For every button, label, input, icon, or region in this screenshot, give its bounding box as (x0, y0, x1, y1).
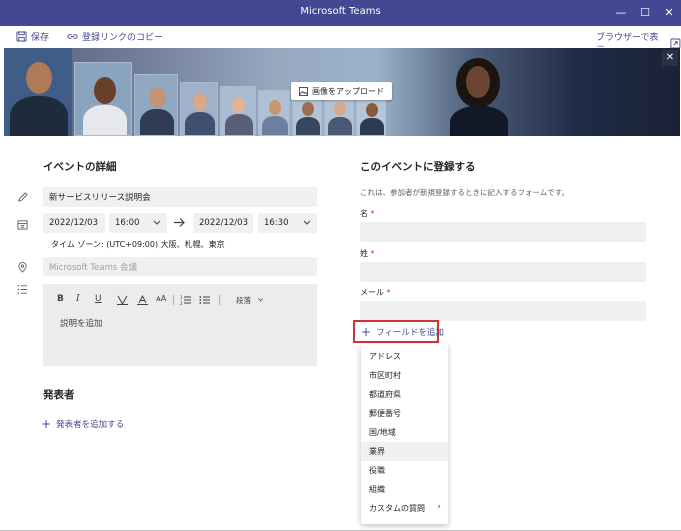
attendee-tile (134, 74, 178, 136)
arrow-right-icon (174, 218, 185, 227)
svg-text:2: 2 (180, 301, 183, 305)
image-icon (299, 86, 308, 96)
svg-text:1: 1 (180, 295, 183, 300)
calendar-icon (17, 220, 28, 230)
last-name-label: 姓 * (360, 249, 375, 258)
upload-image-label: 画像をアップロード (312, 86, 384, 96)
description-editor[interactable]: B I U ᴀA 12 段落 説明を追加 (43, 284, 317, 366)
event-banner-image: 画像をアップロード ✕ (4, 48, 680, 136)
start-time-select[interactable]: 16:00 (109, 213, 167, 233)
paragraph-style-select[interactable]: 段落 (236, 295, 251, 306)
menu-item-postal-code[interactable]: 郵便番号 (361, 404, 448, 423)
menu-item-country[interactable]: 国/地域 (361, 423, 448, 442)
add-field-label: フィールドを追加 (376, 328, 444, 338)
end-date-value: 2022/12/03 (199, 218, 248, 228)
toolbar: 保存 登録リンクのコピー ブラウザーで表示 (0, 26, 681, 56)
location-placeholder: Microsoft Teams 会議 (49, 262, 137, 273)
plus-icon: + (41, 417, 52, 431)
copy-link-label: 登録リンクのコピー (82, 33, 164, 43)
menu-item-job-title[interactable]: 役職 (361, 461, 448, 480)
first-name-label: 名 * (360, 209, 375, 218)
list-icon (17, 285, 28, 294)
save-button[interactable]: 保存 (16, 30, 49, 43)
upload-image-button[interactable]: 画像をアップロード (291, 82, 392, 100)
font-color-icon[interactable] (137, 295, 148, 305)
attendee-tile (258, 90, 290, 136)
event-title-value: 新サービスリリース説明会 (49, 193, 151, 203)
toolbar-divider (219, 295, 220, 305)
attendee-tile (180, 82, 218, 136)
chevron-down-icon (303, 220, 311, 225)
plus-icon: + (361, 325, 372, 339)
add-field-menu: アドレス 市区町村 都道府県 郵便番号 国/地域 業界 役職 組織 カスタムの質… (361, 344, 448, 524)
chevron-down-icon (153, 220, 161, 225)
end-time-select[interactable]: 16:30 (258, 213, 317, 233)
end-time-value: 16:30 (264, 218, 289, 228)
chevron-right-icon: › (437, 502, 441, 512)
end-date-field[interactable]: 2022/12/03 (193, 213, 253, 233)
add-presenter-label: 発表者を追加する (56, 420, 125, 430)
description-placeholder: 説明を追加 (60, 319, 103, 329)
toolbar-divider (173, 295, 174, 305)
save-icon (16, 31, 27, 42)
email-field[interactable] (360, 301, 646, 321)
location-field[interactable]: Microsoft Teams 会議 (43, 257, 317, 276)
registration-heading: このイベントに登録する (360, 161, 476, 173)
last-name-field[interactable] (360, 262, 646, 282)
event-details-heading: イベントの詳細 (43, 161, 117, 173)
menu-item-industry[interactable]: 業界 (361, 442, 448, 461)
custom-question-label: カスタムの質問 (369, 504, 425, 513)
link-icon (67, 34, 78, 39)
underline-button[interactable]: U (95, 294, 102, 304)
copy-link-button[interactable]: 登録リンクのコピー (67, 30, 163, 43)
window-title: Microsoft Teams (300, 6, 381, 17)
presenters-heading: 発表者 (43, 389, 75, 401)
start-date-value: 2022/12/03 (49, 218, 98, 228)
first-name-field[interactable] (360, 222, 646, 242)
attendee-tile (74, 62, 132, 136)
font-size-button[interactable]: ᴀA (156, 294, 166, 303)
attendee-tile (356, 94, 386, 136)
menu-item-address[interactable]: アドレス (361, 347, 448, 366)
pencil-icon (18, 192, 28, 202)
presenter-face (466, 66, 490, 98)
browser-icon (670, 38, 681, 48)
save-label: 保存 (31, 33, 50, 43)
start-date-field[interactable]: 2022/12/03 (43, 213, 105, 233)
highlight-icon[interactable] (117, 295, 128, 305)
chevron-down-icon (257, 298, 264, 302)
attendee-tile (220, 86, 256, 136)
menu-item-prefecture[interactable]: 都道府県 (361, 385, 448, 404)
add-presenter-button[interactable]: + 発表者を追加する (41, 418, 124, 430)
location-icon (18, 262, 27, 273)
close-icon[interactable]: ✕ (662, 50, 678, 66)
menu-item-organization[interactable]: 組織 (361, 480, 448, 499)
registration-note: これは、参加者が新規登録するときに記入するフォームです。 (360, 188, 570, 197)
italic-button[interactable]: I (76, 294, 80, 304)
add-field-button[interactable]: + フィールドを追加 (361, 326, 444, 338)
close-icon[interactable]: ✕ (659, 3, 679, 23)
menu-item-city[interactable]: 市区町村 (361, 366, 448, 385)
minimize-icon[interactable]: — (611, 3, 631, 23)
event-title-field[interactable]: 新サービスリリース説明会 (43, 187, 317, 207)
maximize-icon[interactable]: ☐ (635, 3, 655, 23)
title-bar: Microsoft Teams — ☐ ✕ (0, 0, 681, 26)
attendee-tile (4, 48, 72, 136)
numbered-list-icon[interactable]: 12 (180, 295, 191, 305)
presenter-body (450, 106, 508, 136)
menu-item-custom-question[interactable]: カスタムの質問 › (361, 499, 448, 518)
email-label: メール * (360, 288, 391, 297)
bold-button[interactable]: B (57, 294, 64, 304)
timezone-link[interactable]: タイム ゾーン: (UTC+09:00) 大阪、札幌、東京 (51, 239, 225, 250)
start-time-value: 16:00 (115, 218, 140, 228)
bullet-list-icon[interactable] (199, 295, 210, 305)
